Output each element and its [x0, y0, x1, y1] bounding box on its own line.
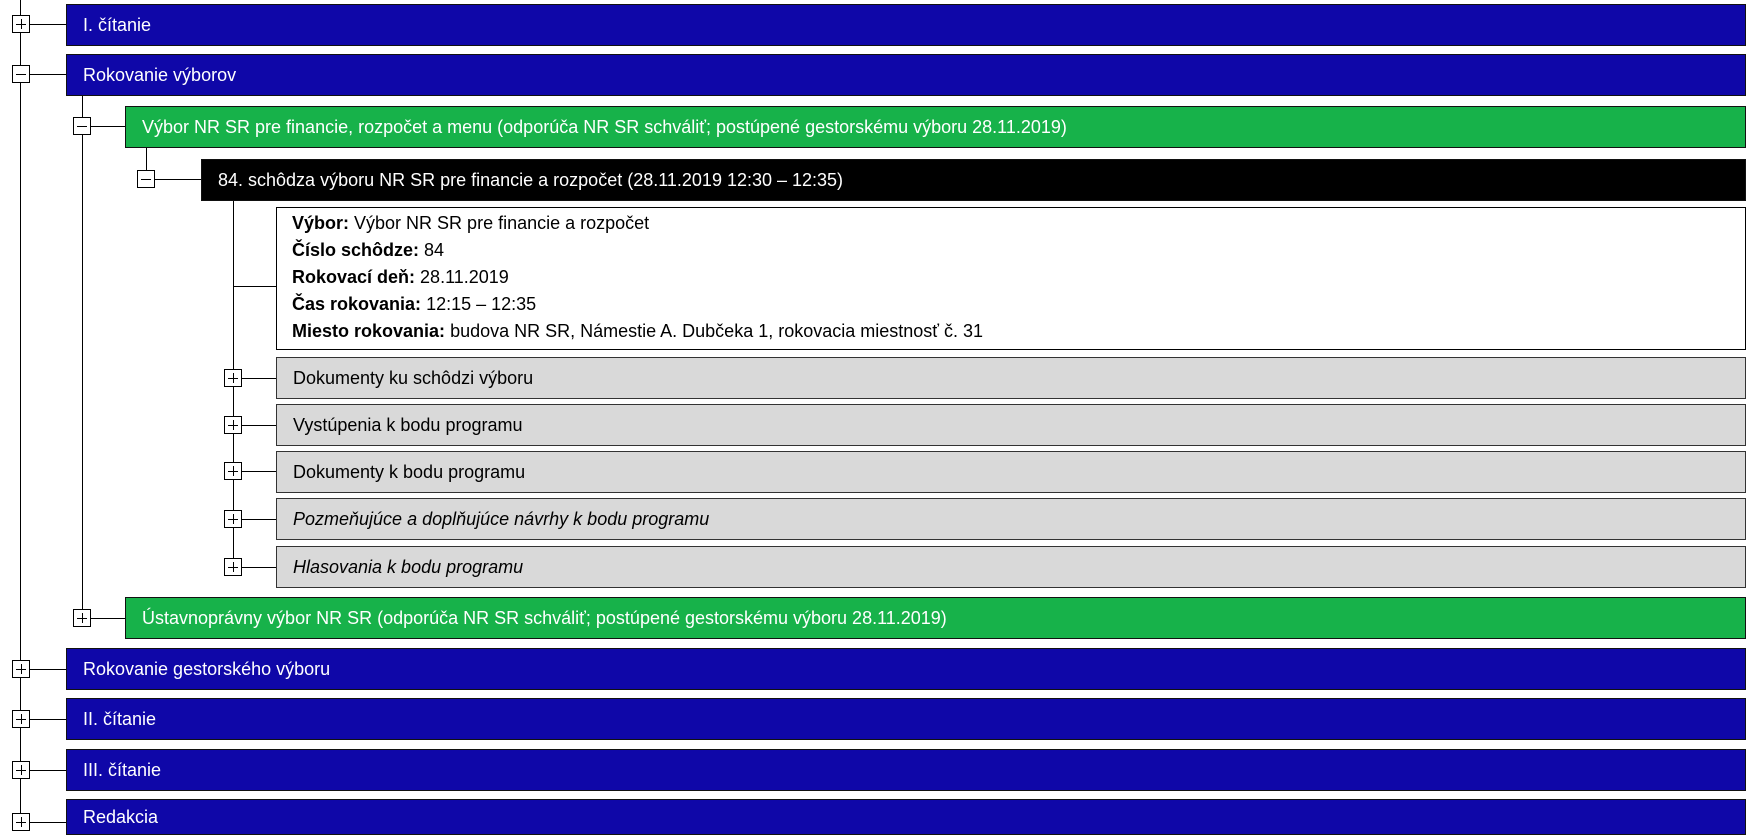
info-row-committee: Výbor: Výbor NR SR pre financie a rozpoč…: [292, 213, 650, 233]
meeting-info-box: Výbor: Výbor NR SR pre financie a rozpoč…: [276, 207, 1746, 350]
item-amendments[interactable]: Pozmeňujúce a doplňujúce návrhy k bodu p…: [276, 498, 1746, 540]
connector-info: [233, 286, 276, 287]
item-votes-label: Hlasovania k bodu programu: [293, 556, 524, 577]
expand-lead-committee-toggle[interactable]: [12, 660, 30, 678]
expand-third-reading-toggle[interactable]: [12, 761, 30, 779]
expand-item-amendments-toggle[interactable]: [224, 510, 242, 528]
tree-line-committees: [82, 84, 83, 619]
section-first-reading[interactable]: I. čítanie: [66, 4, 1746, 46]
section-committee-proceedings[interactable]: Rokovanie výborov: [66, 54, 1746, 96]
section-second-reading-label: II. čítanie: [83, 708, 157, 729]
collapse-committee-1-toggle[interactable]: [73, 117, 91, 135]
committee-2[interactable]: Ústavnoprávny výbor NR SR (odporúča NR S…: [125, 597, 1746, 639]
committee-1-label: Výbor NR SR pre financie, rozpočet a men…: [142, 116, 1067, 137]
section-editing-label: Redakcia: [83, 806, 159, 827]
item-votes[interactable]: Hlasovania k bodu programu: [276, 546, 1746, 588]
meeting-title: 84. schôdza výboru NR SR pre financie a …: [218, 169, 844, 190]
section-third-reading-label: III. čítanie: [83, 759, 162, 780]
item-speeches[interactable]: Vystúpenia k bodu programu: [276, 404, 1746, 446]
info-row-meeting-number: Číslo schôdze: 84: [292, 240, 445, 260]
section-second-reading[interactable]: II. čítanie: [66, 698, 1746, 740]
section-lead-committee-label: Rokovanie gestorského výboru: [83, 658, 331, 679]
committee-2-label: Ústavnoprávny výbor NR SR (odporúča NR S…: [142, 607, 947, 628]
section-first-reading-label: I. čítanie: [83, 14, 152, 35]
item-agenda-documents[interactable]: Dokumenty k bodu programu: [276, 451, 1746, 493]
item-speeches-label: Vystúpenia k bodu programu: [293, 414, 523, 435]
expand-editing-toggle[interactable]: [12, 813, 30, 831]
item-amendments-label: Pozmeňujúce a doplňujúce návrhy k bodu p…: [293, 508, 710, 529]
tree-line-root: [20, 0, 21, 823]
collapse-committee-proceedings-toggle[interactable]: [12, 65, 30, 83]
committee-1[interactable]: Výbor NR SR pre financie, rozpočet a men…: [125, 106, 1746, 148]
info-row-meeting-day: Rokovací deň: 28.11.2019: [292, 267, 509, 287]
expand-item-documents-toggle[interactable]: [224, 369, 242, 387]
section-editing[interactable]: Redakcia: [66, 799, 1746, 835]
info-row-meeting-place: Miesto rokovania: budova NR SR, Námestie…: [292, 321, 984, 341]
item-meeting-documents[interactable]: Dokumenty ku schôdzi výboru: [276, 357, 1746, 399]
expand-committee-2-toggle[interactable]: [73, 609, 91, 627]
expand-item-agenda-documents-toggle[interactable]: [224, 462, 242, 480]
item-agenda-documents-label: Dokumenty k bodu programu: [293, 461, 526, 482]
item-meeting-documents-label: Dokumenty ku schôdzi výboru: [293, 367, 534, 388]
info-row-meeting-time: Čas rokovania: 12:15 – 12:35: [292, 294, 537, 314]
collapse-meeting-toggle[interactable]: [137, 170, 155, 188]
section-committee-proceedings-label: Rokovanie výborov: [83, 64, 237, 85]
section-third-reading[interactable]: III. čítanie: [66, 749, 1746, 791]
expand-first-reading-toggle[interactable]: [12, 15, 30, 33]
expand-item-votes-toggle[interactable]: [224, 558, 242, 576]
section-lead-committee[interactable]: Rokovanie gestorského výboru: [66, 648, 1746, 690]
expand-second-reading-toggle[interactable]: [12, 710, 30, 728]
meeting-header[interactable]: 84. schôdza výboru NR SR pre financie a …: [201, 159, 1746, 201]
expand-item-speeches-toggle[interactable]: [224, 416, 242, 434]
